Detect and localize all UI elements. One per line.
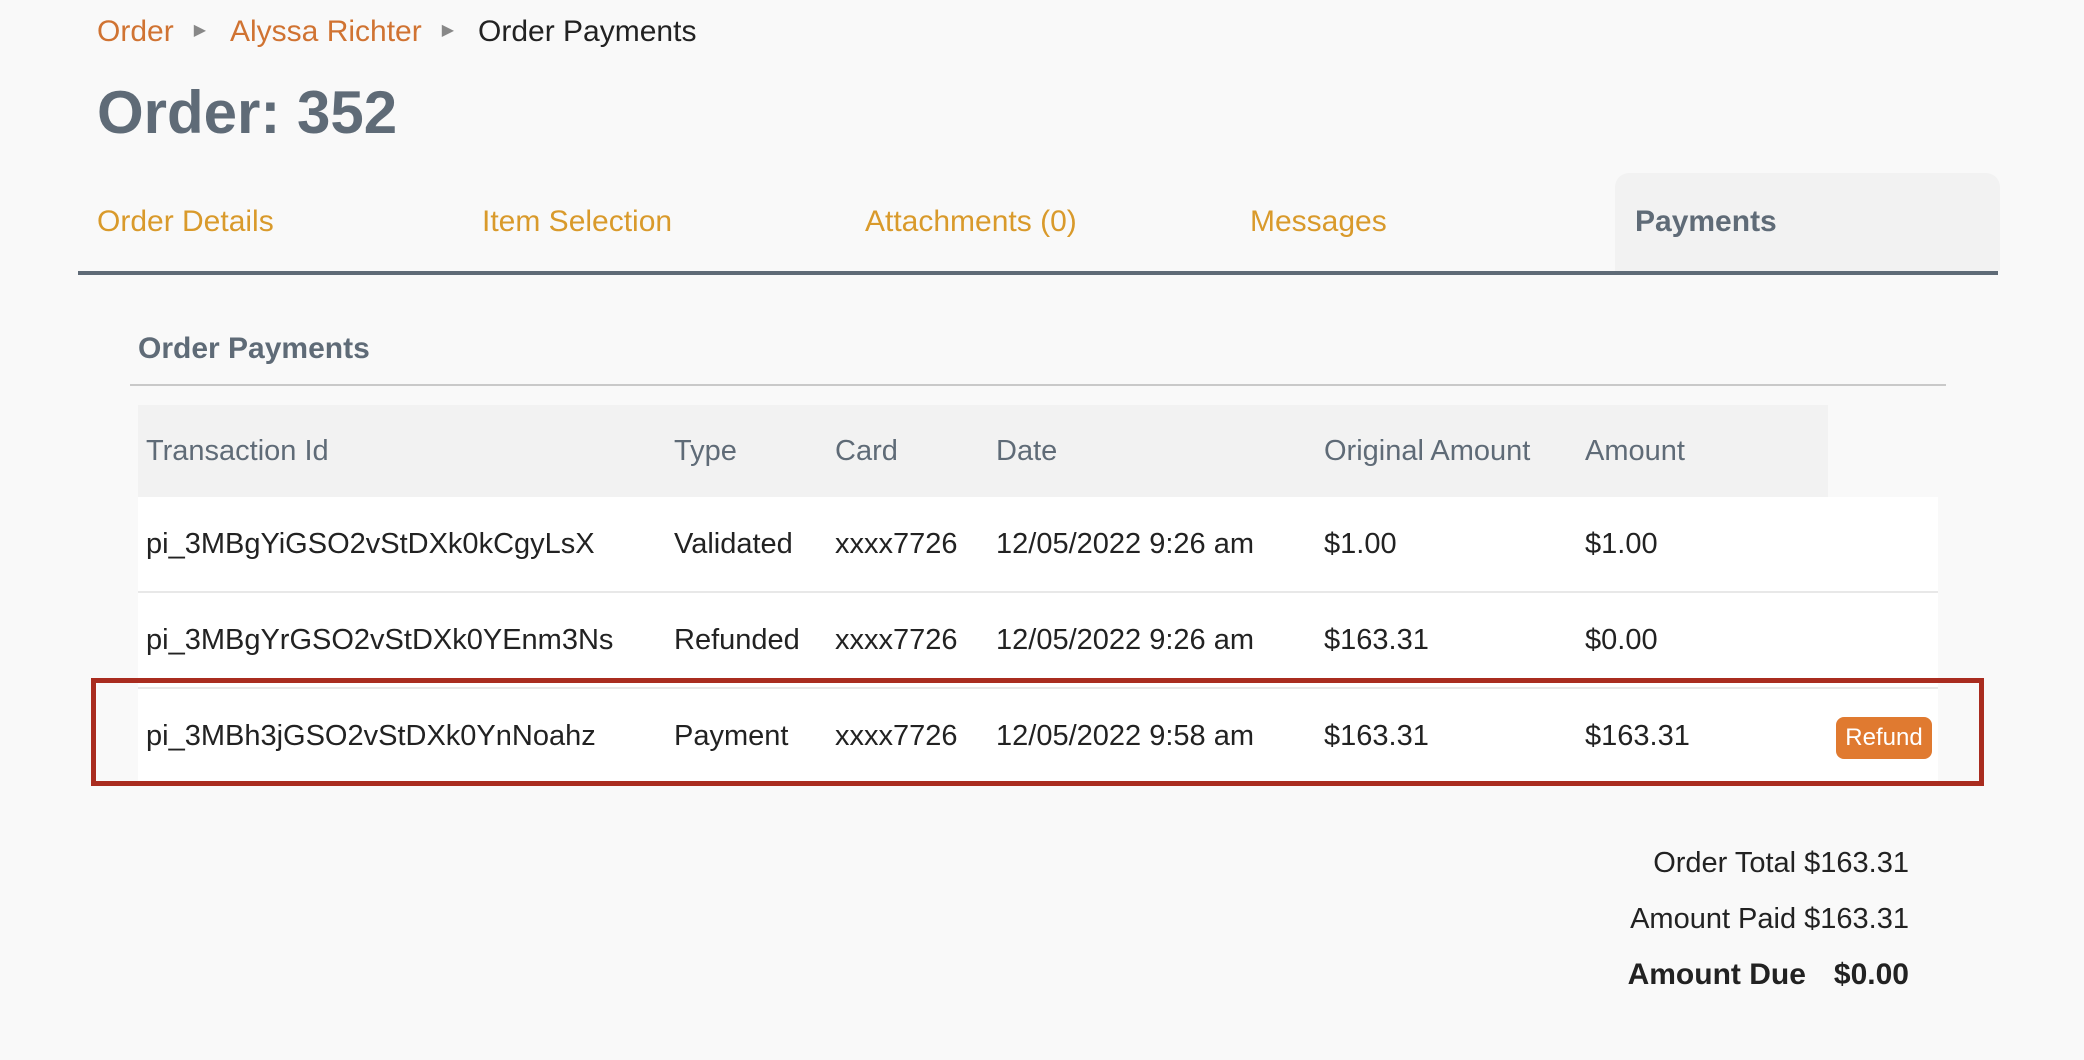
cell-type: Payment	[674, 720, 789, 752]
refund-button[interactable]: Refund	[1836, 717, 1932, 759]
order-total: Order Total $163.31	[1653, 847, 1909, 879]
header-transaction-id: Transaction Id	[146, 435, 329, 467]
cell-date: 12/05/2022 9:58 am	[996, 720, 1254, 752]
cell-transaction-id: pi_3MBh3jGSO2vStDXk0YnNoahz	[146, 720, 596, 752]
amount-paid: Amount Paid $163.31	[1630, 903, 1909, 935]
breadcrumb-link-order[interactable]: Order	[97, 15, 174, 49]
header-card: Card	[835, 435, 898, 467]
payments-table: Transaction Id Type Card Date Original A…	[138, 405, 1938, 785]
cell-card: xxxx7726	[835, 720, 958, 752]
section-title: Order Payments	[138, 332, 370, 365]
tab-messages[interactable]: Messages	[1250, 173, 1387, 271]
tab-attachments[interactable]: Attachments (0)	[865, 173, 1077, 271]
cell-amount: $1.00	[1585, 528, 1658, 560]
tab-item-selection[interactable]: Item Selection	[482, 173, 672, 271]
cell-transaction-id: pi_3MBgYrGSO2vStDXk0YEnm3Ns	[146, 624, 614, 656]
order-totals: Order Total $163.31 Amount Paid $163.31 …	[1628, 835, 1909, 1003]
cell-type: Validated	[674, 528, 793, 560]
table-row: pi_3MBgYrGSO2vStDXk0YEnm3Ns Refunded xxx…	[138, 593, 1938, 689]
tab-payments[interactable]: Payments	[1615, 173, 2000, 271]
amount-due: Amount Due $0.00	[1628, 947, 1909, 1003]
cell-original-amount: $163.31	[1324, 720, 1429, 752]
breadcrumb-current: Order Payments	[478, 15, 697, 48]
header-date: Date	[996, 435, 1058, 467]
header-amount: Amount	[1585, 435, 1685, 467]
table-row: pi_3MBh3jGSO2vStDXk0YnNoahz Payment xxxx…	[138, 689, 1938, 785]
cell-card: xxxx7726	[835, 528, 958, 560]
page-title: Order: 352	[97, 79, 398, 146]
tab-bar: Order Details Item Selection Attachments…	[78, 173, 2000, 275]
breadcrumb-separator-icon: ▶	[441, 22, 455, 39]
tab-order-details[interactable]: Order Details	[97, 173, 274, 271]
table-header: Transaction Id Type Card Date Original A…	[138, 405, 1828, 497]
breadcrumb-link-customer[interactable]: Alyssa Richter	[230, 15, 422, 49]
header-original-amount: Original Amount	[1324, 435, 1531, 467]
table-row: pi_3MBgYiGSO2vStDXk0kCgyLsX Validated xx…	[138, 497, 1938, 593]
section-divider	[130, 384, 1946, 386]
cell-original-amount: $1.00	[1324, 528, 1397, 560]
cell-transaction-id: pi_3MBgYiGSO2vStDXk0kCgyLsX	[146, 528, 595, 560]
breadcrumb: Order ▶ Alyssa Richter ▶ Order Payments	[97, 12, 696, 52]
amount-due-value: $0.00	[1833, 958, 1909, 991]
amount-due-label: Amount Due	[1627, 958, 1806, 991]
cell-date: 12/05/2022 9:26 am	[996, 528, 1254, 560]
cell-amount: $163.31	[1585, 720, 1690, 752]
header-type: Type	[674, 435, 737, 467]
cell-original-amount: $163.31	[1324, 624, 1429, 656]
cell-type: Refunded	[674, 624, 800, 656]
cell-card: xxxx7726	[835, 624, 958, 656]
cell-amount: $0.00	[1585, 624, 1658, 656]
breadcrumb-separator-icon: ▶	[193, 22, 206, 39]
cell-date: 12/05/2022 9:26 am	[996, 624, 1254, 656]
